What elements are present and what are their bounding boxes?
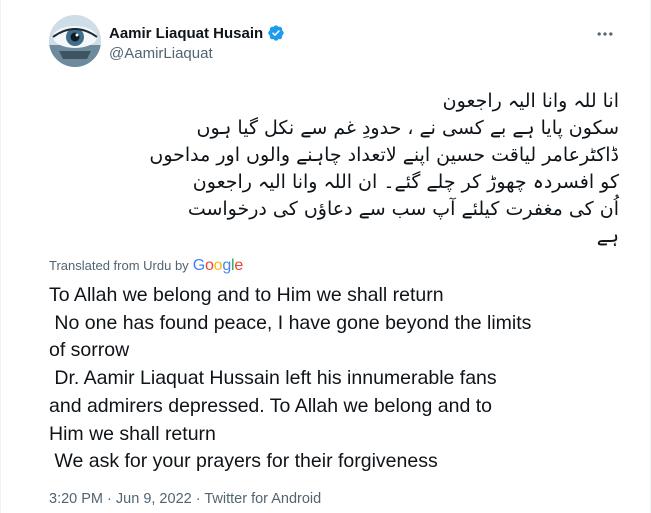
tweet-date[interactable]: Jun 9, 2022 bbox=[116, 491, 192, 507]
tweet-source[interactable]: Twitter for Android bbox=[204, 491, 321, 507]
tweet-metadata: 3:20 PM · Jun 9, 2022 · Twitter for Andr… bbox=[49, 491, 321, 507]
meta-separator: · bbox=[195, 491, 201, 507]
translation-label: Translated from Urdu by bbox=[49, 258, 189, 273]
google-logo: Google bbox=[192, 257, 244, 274]
meta-separator: · bbox=[107, 491, 112, 507]
translation-attribution[interactable]: Translated from Urdu by Google bbox=[49, 257, 243, 275]
tweet-text-urdu: انا للہ وانا الیہ راجعون سکون پایا ہے بے… bbox=[49, 88, 619, 250]
tweet-card: Aamir Liaquat Husain @AamirLiaquat انا ل… bbox=[0, 0, 651, 513]
urdu-line: سکون پایا ہے بے کسی نے ، حدودِ غم سے نکل… bbox=[196, 117, 619, 139]
avatar[interactable] bbox=[49, 15, 101, 67]
translation-line: and admirers depressed. To Allah we belo… bbox=[49, 394, 493, 417]
author-display-name[interactable]: Aamir Liaquat Husain bbox=[109, 25, 263, 42]
avatar-eye-image bbox=[49, 15, 101, 67]
urdu-line: کو افسردہ چھوڑ کر چلے گئے۔ ان اللہ وانا … bbox=[192, 171, 619, 193]
tweet-time[interactable]: 3:20 PM bbox=[49, 491, 103, 507]
tweet-author: Aamir Liaquat Husain @AamirLiaquat bbox=[109, 23, 285, 62]
urdu-line: ڈاکٹرعامر لیاقت حسین اپنے لاتعداد چاہنے … bbox=[149, 144, 619, 166]
author-handle[interactable]: @AamirLiaquat bbox=[109, 45, 285, 62]
translation-line: No one has found peace, I have gone beyo… bbox=[49, 311, 532, 334]
urdu-line: ہے bbox=[596, 225, 619, 247]
translation-line: To Allah we belong and to Him we shall r… bbox=[49, 284, 444, 306]
translation-line: of sorrow bbox=[49, 339, 130, 362]
translation-line: Dr. Aamir Liaquat Hussain left his innum… bbox=[49, 367, 497, 390]
urdu-line: انا للہ وانا الیہ راجعون bbox=[442, 90, 619, 112]
more-dots-icon bbox=[597, 32, 613, 36]
more-options-button[interactable] bbox=[593, 22, 617, 46]
translation-line: Him we shall return bbox=[49, 422, 216, 445]
tweet-text-translation: To Allah we belong and to Him we shall r… bbox=[49, 282, 629, 476]
translation-line: We ask for your prayers for their forgiv… bbox=[49, 450, 438, 473]
urdu-line: اُن کی مغفرت کیلئے آپ سب سے دعاؤں کی درخ… bbox=[187, 198, 619, 220]
verified-badge-icon bbox=[267, 24, 285, 42]
